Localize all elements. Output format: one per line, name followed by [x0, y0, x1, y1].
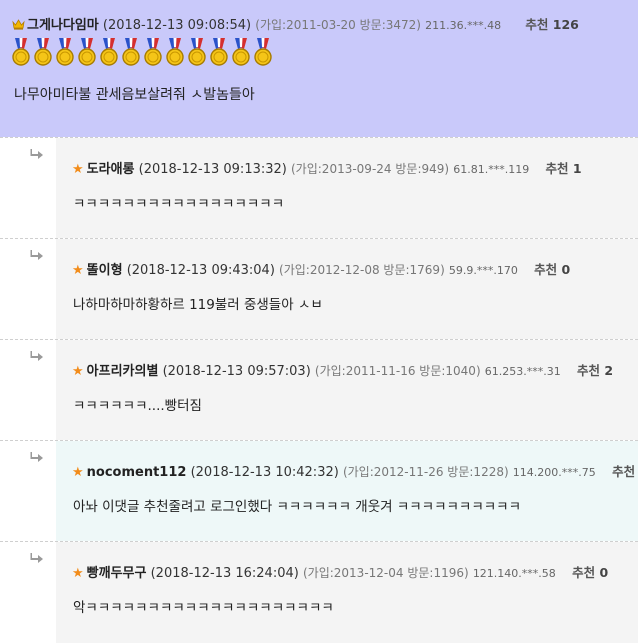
medal-icon [210, 38, 228, 66]
reply-join-info: (가입:2013-09-24 방문:949) [291, 162, 450, 176]
reply-nickname[interactable]: 아프리카의별 [87, 364, 159, 379]
medal-icon [254, 38, 272, 66]
reply-datetime: (2018-12-13 09:13:32) [138, 162, 287, 177]
reply-ip: 61.81.***.119 [453, 163, 530, 176]
star-icon: ★ [72, 162, 84, 177]
reply-content: 악ㅋㅋㅋㅋㅋㅋㅋㅋㅋㅋㅋㅋㅋㅋㅋㅋㅋㅋㅋㅋ [73, 600, 334, 616]
reply-content: 아놔 이댓글 추천줄려고 로그인했다 ㅋㅋㅋㅋㅋㅋ 개웃겨 ㅋㅋㅋㅋㅋㅋㅋㅋㅋㅋ [73, 499, 522, 515]
reply-nickname[interactable]: 도라애롱 [87, 162, 135, 177]
reply-recommend-count: 추천 0 [534, 262, 571, 277]
reply-item: ★ 아프리카의별 (2018-12-13 09:57:03) (가입:2011-1… [0, 339, 638, 441]
reply-arrow-icon [30, 351, 43, 361]
reply-join-info: (가입:2013-12-04 방문:1196) [302, 566, 469, 580]
medal-icon [78, 38, 96, 66]
reply-join-info: (가입:2011-11-16 방문:1040) [314, 364, 481, 378]
medal-icon [188, 38, 206, 66]
reply-content: ㅋㅋㅋㅋㅋㅋ....빵터짐 [73, 398, 202, 414]
reply-meta: ★ 똘이형 (2018-12-13 09:43:04) (가입:2012-12-0… [72, 259, 570, 278]
medal-row [12, 38, 276, 66]
medal-icon [56, 38, 74, 66]
star-icon: ★ [72, 364, 84, 379]
crown-icon [12, 19, 25, 30]
reply-meta: ★ 도라애롱 (2018-12-13 09:13:32) (가입:2013-09-… [72, 158, 582, 177]
reply-datetime: (2018-12-13 09:57:03) [162, 364, 311, 379]
reply-nickname[interactable]: nocoment112 [87, 465, 187, 480]
medal-icon [166, 38, 184, 66]
reply-arrow-icon [30, 553, 43, 563]
best-comment-post: 그게나다임마 (2018-12-13 09:08:54) (가입:2011-03… [0, 0, 638, 137]
author-nickname[interactable]: 그게나다임마 [27, 18, 99, 33]
reply-datetime: (2018-12-13 10:42:32) [190, 465, 339, 480]
reply-join-info: (가입:2012-12-08 방문:1769) [279, 263, 445, 277]
star-icon: ★ [72, 263, 84, 278]
reply-recommend-count: 추천 0 [572, 565, 609, 580]
medal-icon [100, 38, 118, 66]
author-ip: 211.36.***.48 [425, 19, 502, 32]
reply-datetime: (2018-12-13 16:24:04) [150, 566, 299, 581]
reply-ip: 121.140.***.58 [472, 567, 556, 580]
reply-item: ★ 똘이형 (2018-12-13 09:43:04) (가입:2012-12-0… [0, 238, 638, 340]
medal-icon [12, 38, 30, 66]
reply-datetime: (2018-12-13 09:43:04) [126, 263, 275, 278]
medal-icon [34, 38, 52, 66]
post-meta: 그게나다임마 (2018-12-13 09:08:54) (가입:2011-03… [12, 14, 579, 33]
post-datetime: (2018-12-13 09:08:54) [102, 18, 252, 33]
star-icon: ★ [72, 465, 84, 480]
reply-nickname[interactable]: 똘이형 [87, 263, 123, 278]
reply-item: ★ 빵깨두무구 (2018-12-13 16:24:04) (가입:2013-12… [0, 541, 638, 643]
reply-meta: ★ 아프리카의별 (2018-12-13 09:57:03) (가입:2011-1… [72, 360, 613, 379]
reply-meta: ★ nocoment112 (2018-12-13 10:42:32) (가입:2… [72, 461, 638, 480]
reply-content: ㅋㅋㅋㅋㅋㅋㅋㅋㅋㅋㅋㅋㅋㅋㅋㅋㅋ [73, 196, 285, 212]
reply-recommend-count: 추천 10 [612, 464, 636, 479]
reply-recommend-count: 추천 1 [545, 161, 582, 176]
medal-icon [144, 38, 162, 66]
reply-arrow-icon [30, 149, 43, 159]
reply-meta: ★ 빵깨두무구 (2018-12-13 16:24:04) (가입:2013-12… [72, 562, 608, 581]
reply-join-info: (가입:2012-11-26 방문:1228) [342, 465, 509, 479]
medal-icon [122, 38, 140, 66]
reply-content: 나하마하마하황하르 119불러 중생들아 ㅅㅂ [73, 297, 323, 313]
medal-icon [232, 38, 250, 66]
reply-ip: 114.200.***.75 [512, 466, 596, 479]
reply-item-highlighted: ★ nocoment112 (2018-12-13 10:42:32) (가입:2… [0, 440, 638, 542]
recommend-count: 추천 126 [525, 17, 579, 32]
star-icon: ★ [72, 566, 84, 581]
reply-arrow-icon [30, 452, 43, 462]
reply-recommend-count: 추천 2 [577, 363, 614, 378]
reply-arrow-icon [30, 250, 43, 260]
reply-nickname[interactable]: 빵깨두무구 [87, 566, 147, 581]
post-content: 나무아미타불 관세음보살려줘 ㅅ발놈들아 [14, 87, 255, 103]
reply-ip: 61.253.***.31 [484, 365, 561, 378]
reply-ip: 59.9.***.170 [448, 264, 518, 277]
reply-item: ★ 도라애롱 (2018-12-13 09:13:32) (가입:2013-09-… [0, 137, 638, 239]
author-join-info: (가입:2011-03-20 방문:3472) [255, 18, 421, 32]
